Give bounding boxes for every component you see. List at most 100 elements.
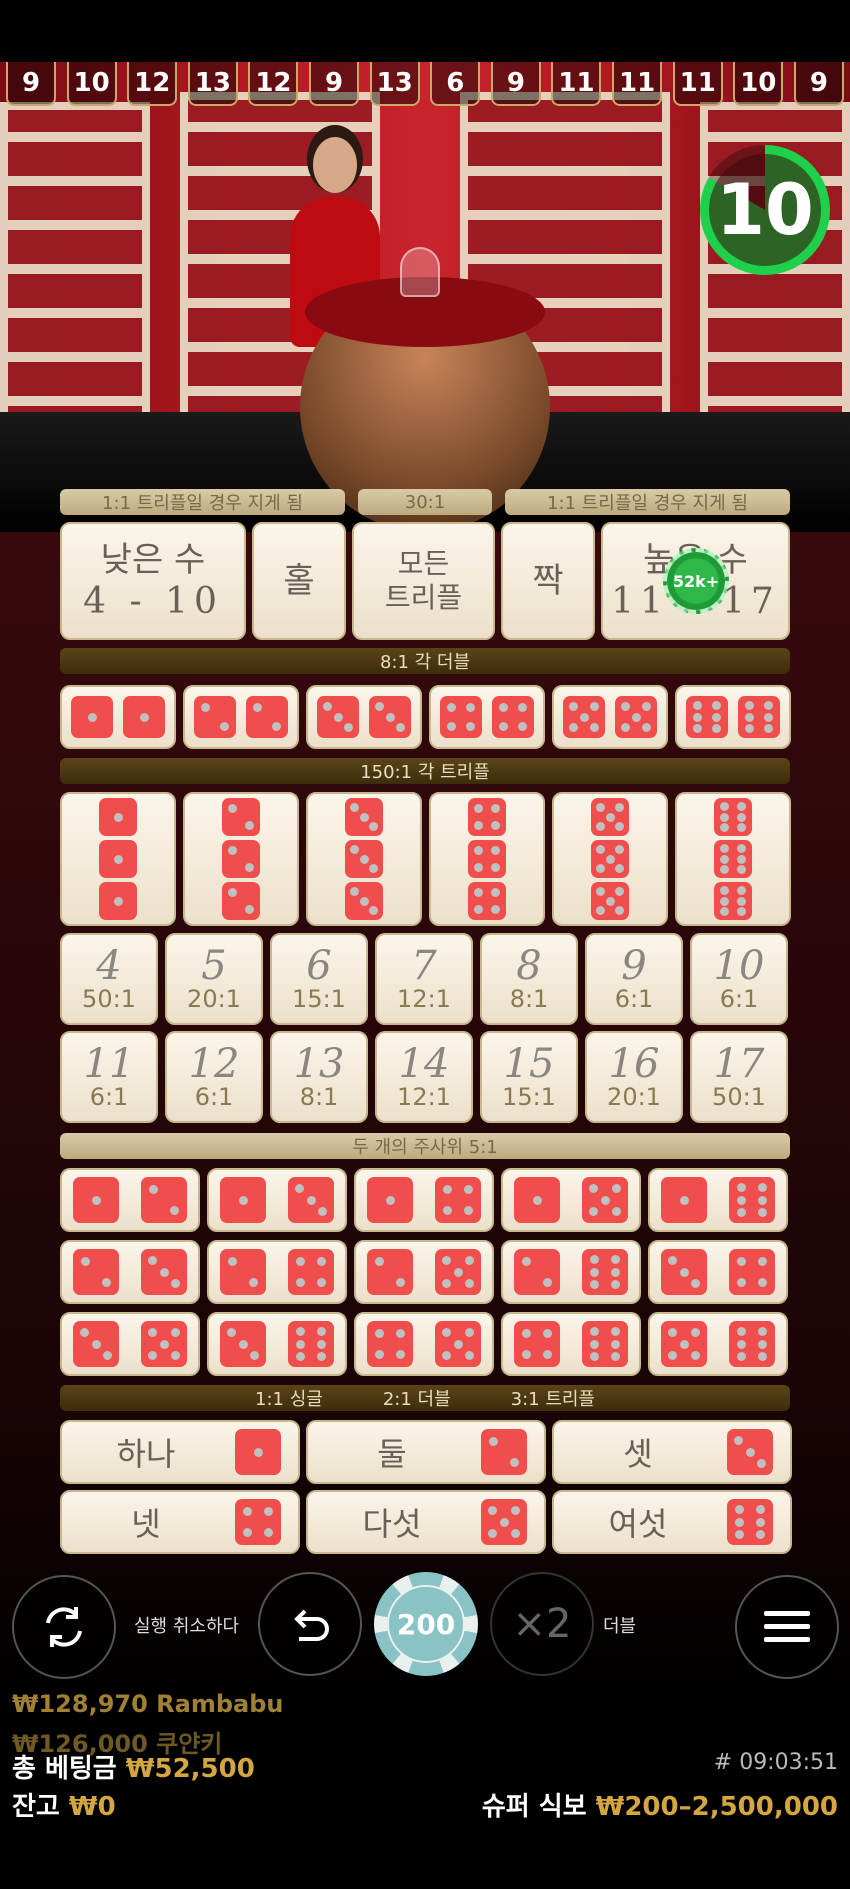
bet-total-5[interactable]: 5 20:1 [165,933,263,1025]
bet-triple-6[interactable] [675,792,791,926]
dice-shaker [400,247,440,297]
die-6-icon [714,840,752,878]
bet-double-1[interactable] [60,685,176,749]
bet-total-10[interactable]: 10 6:1 [690,933,788,1025]
die-2-icon [246,696,288,738]
bet-double-6[interactable] [675,685,791,749]
bet-combo-1-4[interactable] [354,1168,494,1232]
bet-combo-3-4[interactable] [648,1240,788,1304]
bet-total-12[interactable]: 12 6:1 [165,1031,263,1123]
bet-combo-1-6[interactable] [648,1168,788,1232]
bet-combo-2-3[interactable] [60,1240,200,1304]
die-1-icon [99,840,137,878]
bet-any-triple[interactable]: 모든 트리플 [352,522,495,640]
bet-single-4[interactable]: 넷 [60,1490,300,1554]
bet-total-8[interactable]: 8 8:1 [480,933,578,1025]
total-number: 7 [411,942,437,989]
repeat-button[interactable] [12,1575,116,1679]
die-6-icon [714,798,752,836]
die-3-icon [317,696,359,738]
undo-button[interactable] [258,1572,362,1676]
single-label: 셋 [623,1435,653,1473]
die-5-icon [591,798,629,836]
single-label: 하나 [116,1435,176,1473]
undo-label: 실행 취소하다 [134,1616,240,1637]
total-number: 13 [293,1040,345,1087]
die-1-icon [235,1429,281,1475]
countdown-timer: 10 [700,145,830,275]
bet-low[interactable]: 낮은 수 4 - 10 [60,522,246,640]
bet-total-9[interactable]: 9 6:1 [585,933,683,1025]
die-1-icon [99,798,137,836]
low-payout-label: 1:1 트리플일 경우 지게 됨 [60,489,345,515]
total-odds: 6:1 [194,1082,234,1111]
timer-value: 10 [709,154,821,266]
bet-combo-4-5[interactable] [354,1312,494,1376]
live-video [0,62,850,532]
bet-combo-3-5[interactable] [60,1312,200,1376]
die-3-icon [661,1249,707,1295]
die-3-icon [369,696,411,738]
total-odds: 8:1 [299,1082,339,1111]
bet-double-2[interactable] [183,685,299,749]
bet-total-7[interactable]: 7 12:1 [375,933,473,1025]
single-label: 넷 [131,1505,161,1543]
history-result: 12 [127,62,178,106]
die-1-icon [99,882,137,920]
balance-value: ₩0 [68,1792,116,1822]
single-label: 둘 [377,1435,407,1473]
history-result: 12 [248,62,299,106]
die-2-icon [220,1249,266,1295]
die-5-icon [435,1249,481,1295]
bet-triple-4[interactable] [429,792,545,926]
winner-item: ₩128,970 Rambabu [12,1690,284,1718]
bet-triple-5[interactable] [552,792,668,926]
bet-combo-1-5[interactable] [501,1168,641,1232]
bet-total-13[interactable]: 13 8:1 [270,1031,368,1123]
bet-combo-3-6[interactable] [207,1312,347,1376]
die-1-icon [71,696,113,738]
game-screen: 9 10 12 13 12 9 13 6 9 11 11 11 10 9 10 1:1 트리플일 경우 지… [0,0,850,1889]
single-label: 여섯 [608,1505,668,1543]
bet-combo-2-4[interactable] [207,1240,347,1304]
bet-triple-1[interactable] [60,792,176,926]
bet-total-14[interactable]: 14 12:1 [375,1031,473,1123]
bet-single-6[interactable]: 여섯 [552,1490,792,1554]
total-odds: 50:1 [82,984,136,1013]
bet-single-5[interactable]: 다섯 [306,1490,546,1554]
bet-double-5[interactable] [552,685,668,749]
bet-double-4[interactable] [429,685,545,749]
menu-button[interactable] [735,1575,839,1679]
double-button[interactable]: ×2 [490,1572,594,1676]
bet-total-11[interactable]: 11 6:1 [60,1031,158,1123]
bet-combo-5-6[interactable] [648,1312,788,1376]
bet-single-1[interactable]: 하나 [60,1420,300,1484]
singles-header-double: 2:1 더블 [382,1389,451,1410]
bet-combo-1-2[interactable] [60,1168,200,1232]
bet-single-2[interactable]: 둘 [306,1420,546,1484]
bet-combo-1-3[interactable] [207,1168,347,1232]
bet-total-16[interactable]: 16 20:1 [585,1031,683,1123]
bet-combo-2-6[interactable] [501,1240,641,1304]
bet-odd[interactable]: 홀 [252,522,346,640]
bet-single-3[interactable]: 셋 [552,1420,792,1484]
bet-combo-4-6[interactable] [501,1312,641,1376]
bet-total-17[interactable]: 17 50:1 [690,1031,788,1123]
history-result: 9 [490,62,541,106]
bet-combo-2-5[interactable] [354,1240,494,1304]
bet-double-3[interactable] [306,685,422,749]
total-number: 15 [503,1040,555,1087]
bet-total-4[interactable]: 4 50:1 [60,933,158,1025]
menu-icon [764,1611,810,1642]
single-label: 다섯 [362,1505,422,1543]
bet-triple-2[interactable] [183,792,299,926]
bet-triple-3[interactable] [306,792,422,926]
bet-total-15[interactable]: 15 15:1 [480,1031,578,1123]
chip-selector[interactable]: 200 [374,1572,478,1676]
die-2-icon [367,1249,413,1295]
bet-even[interactable]: 짝 [501,522,595,640]
bet-total-6[interactable]: 6 15:1 [270,933,368,1025]
die-3-icon [345,882,383,920]
die-6-icon [738,696,780,738]
die-5-icon [141,1321,187,1367]
